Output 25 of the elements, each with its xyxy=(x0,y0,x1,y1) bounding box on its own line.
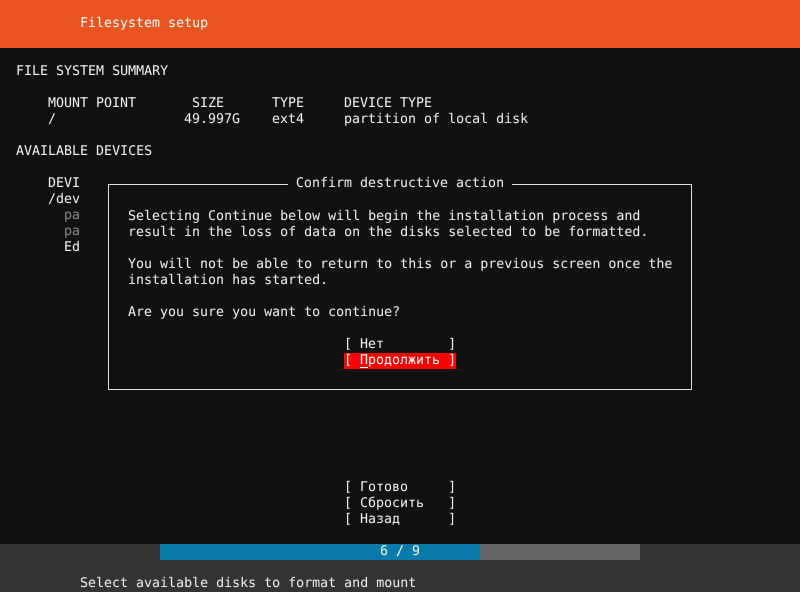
text-cursor xyxy=(360,367,368,368)
table-cell-text: ext4 xyxy=(272,112,306,128)
dialog-button[interactable]: [ Нет ] xyxy=(344,337,456,353)
device-entry[interactable]: /dev xyxy=(48,192,80,208)
menu-button[interactable]: [ Назад ] xyxy=(344,512,456,528)
dialog-button[interactable]: [ Продолжить ] xyxy=(344,353,456,369)
column-header: DEVI xyxy=(48,176,80,192)
column-header: DEVICE TYPE xyxy=(344,96,432,112)
menu-button[interactable]: [ Готово ] xyxy=(344,480,456,496)
section-heading: FILE SYSTEM SUMMARY xyxy=(15,64,168,80)
column-header: SIZE xyxy=(191,96,226,112)
screen-title: Filesystem setup xyxy=(80,16,208,32)
section-heading: AVAILABLE DEVICES xyxy=(15,144,152,160)
dialog-text: You will not be able to return to this or a previous screen once the installation has started. xyxy=(128,257,674,289)
menu-button[interactable]: [ Сбросить ] xyxy=(344,496,456,512)
table-cell: partition of local disk xyxy=(344,112,528,128)
dialog-text: Selecting Continue below will begin the installation process and result in the loss of data on the disks selected to be formatted. xyxy=(128,209,650,241)
dialog-text: Are you sure you want to continue? xyxy=(128,305,402,321)
progress-label: 6 / 9 xyxy=(380,544,420,560)
table-cell-text: / xyxy=(48,112,58,128)
column-header: MOUNT POINT xyxy=(48,96,138,112)
help-text: Select available disks to format and mount xyxy=(79,576,416,592)
partition-entry[interactable]: Ed xyxy=(64,240,80,256)
table-cell-text: 49.997G xyxy=(184,112,242,128)
column-header: TYPE xyxy=(272,96,306,112)
